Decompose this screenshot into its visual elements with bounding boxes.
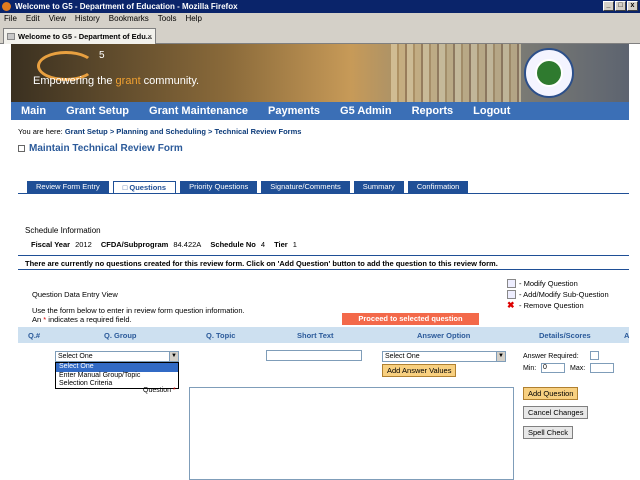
menu-history[interactable]: History: [75, 13, 100, 25]
answer-required-checkbox[interactable]: [590, 351, 599, 360]
menu-bookmarks[interactable]: Bookmarks: [109, 13, 149, 25]
question-group-dropdown: Select One Enter Manual Group/Topic Sele…: [55, 362, 179, 389]
col-q-number: Q.#: [28, 331, 41, 340]
page-favicon-icon: [7, 33, 15, 40]
schedule-info: Fiscal Year 2012 CFDA/Subprogram 84.422A S…: [31, 240, 297, 249]
add-question-button[interactable]: Add Question: [523, 387, 579, 400]
spell-check-button[interactable]: Spell Check: [523, 426, 574, 439]
chevron-down-icon: ▼: [169, 352, 178, 361]
col-q-group: Q. Group: [104, 331, 137, 340]
modify-question-icon: [507, 279, 516, 288]
cancel-changes-button[interactable]: Cancel Changes: [523, 406, 589, 419]
schedule-heading: Schedule Information: [25, 226, 101, 235]
max-label: Max:: [570, 365, 586, 372]
col-a: A: [624, 331, 630, 340]
nav-main[interactable]: Main: [11, 105, 56, 117]
action-legend: - Modify Question - Add/Modify Sub-Quest…: [507, 279, 609, 310]
g5-logo-superscript: 5: [99, 50, 105, 61]
tab-divider: [18, 193, 629, 194]
firefox-icon: [2, 2, 11, 11]
tab-questions[interactable]: □ Questions: [112, 181, 177, 193]
close-window-button[interactable]: x: [627, 1, 638, 11]
page-title: Maintain Technical Review Form: [18, 143, 183, 154]
col-q-topic: Q. Topic: [206, 331, 236, 340]
question-label: Question *: [143, 387, 176, 394]
banner-tagline: Empowering the grant community.: [33, 75, 200, 87]
form-instructions: Use the form below to enter in review fo…: [32, 306, 245, 324]
window-controls: _ □ x: [603, 1, 638, 11]
close-tab-icon[interactable]: ×: [148, 29, 152, 44]
proceed-to-selected-question-button[interactable]: Proceed to selected question: [342, 313, 479, 325]
collapse-icon[interactable]: [18, 144, 25, 152]
minimize-button[interactable]: _: [603, 1, 614, 11]
browser-tab-label: Welcome to G5 - Department of Edu...: [18, 32, 153, 41]
menu-bar: File Edit View History Bookmarks Tools H…: [0, 13, 640, 25]
question-textarea[interactable]: [189, 387, 514, 480]
window-title: Welcome to G5 - Department of Education …: [15, 2, 238, 11]
no-questions-notice: There are currently no questions created…: [25, 259, 498, 268]
library-shelves-image: [391, 44, 521, 102]
question-table-header: Q.# Q. Group Q. Topic Short Text Answer …: [18, 327, 629, 343]
option-enter-manual-group[interactable]: Enter Manual Group/Topic: [56, 372, 178, 381]
menu-view[interactable]: View: [49, 13, 66, 25]
add-sub-question-icon: [507, 290, 516, 299]
min-label: Min:: [523, 365, 537, 372]
tab-confirmation[interactable]: Confirmation: [407, 181, 469, 193]
question-group-select[interactable]: Select One ▼: [55, 351, 179, 362]
notice-bottom-divider: [18, 269, 629, 270]
breadcrumb-path[interactable]: Grant Setup > Planning and Scheduling > …: [65, 127, 302, 136]
nav-logout[interactable]: Logout: [463, 105, 520, 117]
remove-question-icon: ✖: [507, 300, 515, 310]
col-answer-option: Answer Option: [417, 331, 471, 340]
nav-grant-setup[interactable]: Grant Setup: [56, 105, 139, 117]
site-banner: 5 Empowering the grant community.: [11, 44, 629, 102]
maximize-button[interactable]: □: [615, 1, 626, 11]
answer-option-select[interactable]: Select One ▼: [382, 351, 506, 362]
browser-tab-strip: Welcome to G5 - Department of Edu... ×: [0, 25, 640, 44]
tab-signature-comments[interactable]: Signature/Comments: [261, 181, 350, 193]
min-input[interactable]: 0: [541, 363, 565, 373]
col-short-text: Short Text: [297, 331, 334, 340]
add-answer-values-button[interactable]: Add Answer Values: [382, 364, 457, 377]
menu-help[interactable]: Help: [185, 13, 201, 25]
menu-edit[interactable]: Edit: [26, 13, 40, 25]
main-nav: Main Grant Setup Grant Maintenance Payme…: [11, 102, 629, 120]
menu-file[interactable]: File: [4, 13, 17, 25]
tab-priority-questions[interactable]: Priority Questions: [180, 181, 258, 193]
max-input[interactable]: [590, 363, 614, 373]
nav-reports[interactable]: Reports: [402, 105, 464, 117]
notice-top-divider: [18, 255, 629, 256]
chevron-down-icon: ▼: [496, 352, 505, 361]
window-titlebar: Welcome to G5 - Department of Education …: [0, 0, 640, 13]
question-view-heading: Question Data Entry View: [32, 290, 118, 299]
department-seal-icon: [524, 48, 574, 98]
answer-required-label: Answer Required:: [523, 353, 579, 360]
nav-g5-admin[interactable]: G5 Admin: [330, 105, 402, 117]
col-details-scores: Details/Scores: [539, 331, 591, 340]
short-text-input[interactable]: [266, 350, 362, 361]
breadcrumb: You are here: Grant Setup > Planning and…: [18, 127, 302, 136]
nav-grant-maintenance[interactable]: Grant Maintenance: [139, 105, 258, 117]
tab-review-form-entry[interactable]: Review Form Entry: [27, 181, 109, 193]
option-select-one[interactable]: Select One: [56, 363, 178, 372]
browser-tab[interactable]: Welcome to G5 - Department of Edu... ×: [3, 28, 156, 44]
menu-tools[interactable]: Tools: [158, 13, 177, 25]
form-tabs: Review Form Entry □ Questions Priority Q…: [27, 181, 469, 193]
nav-payments[interactable]: Payments: [258, 105, 330, 117]
tab-summary[interactable]: Summary: [353, 181, 404, 193]
